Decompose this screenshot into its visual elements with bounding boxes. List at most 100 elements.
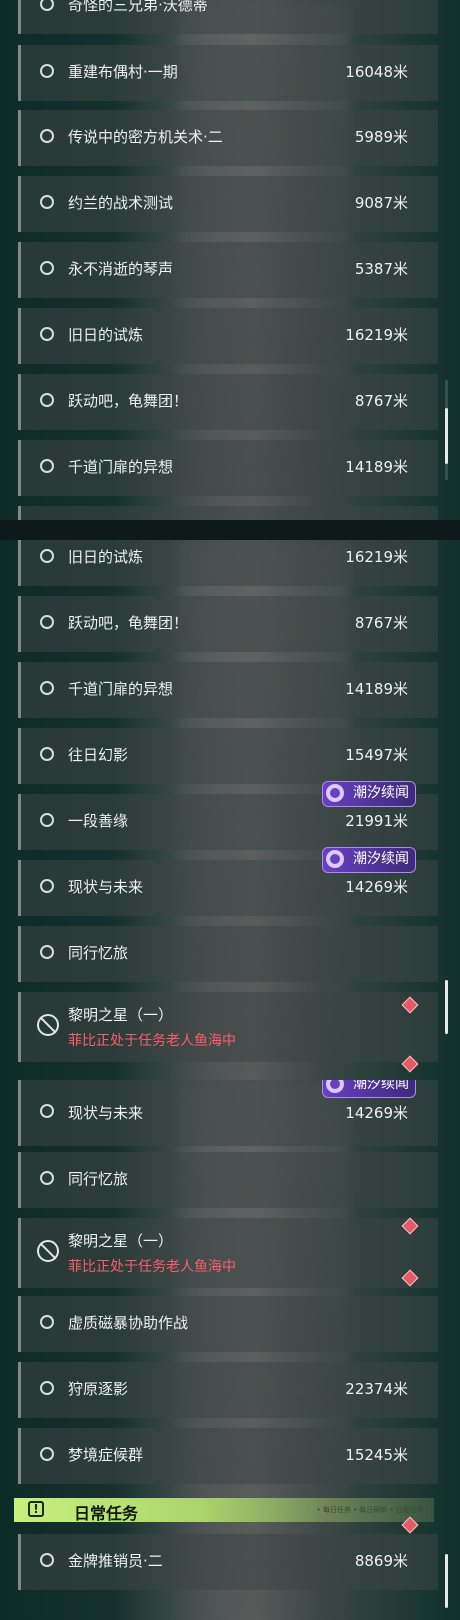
quest-distance: 14269米 (345, 1104, 408, 1122)
quest-blocked-status: 菲比正处于任务老人鱼海中 (68, 1033, 236, 1049)
quest-status-circle-icon (40, 615, 54, 629)
quest-status-circle-icon (40, 945, 54, 959)
quest-row[interactable]: 往日幻影 15497米 (18, 728, 438, 784)
quest-distance: 14269米 (345, 878, 408, 896)
row-accent-bar (18, 1428, 21, 1484)
quest-distance: 5387米 (354, 260, 408, 278)
quest-title: 重建布偶村·一期 (68, 63, 178, 81)
quest-marker-diamond-icon (401, 1055, 419, 1073)
quest-row[interactable]: 现状与未来 14269米 潮汐续闻 (18, 1080, 438, 1146)
row-accent-bar (18, 374, 21, 430)
quest-row[interactable] (18, 506, 438, 520)
scrollbar-thumb[interactable] (445, 980, 448, 1034)
row-accent-bar (18, 308, 21, 364)
quest-distance: 16219米 (345, 326, 408, 344)
quest-title: 同行忆旅 (68, 944, 129, 962)
quest-status-circle-icon (40, 1104, 54, 1118)
quest-status-circle-icon (40, 129, 54, 143)
quest-marker-diamond-icon (401, 1269, 419, 1287)
row-accent-bar (18, 1362, 21, 1418)
quest-row[interactable]: 跃动吧，龟舞团！ 8767米 (18, 374, 438, 430)
quest-status-circle-icon (40, 879, 54, 893)
quest-row[interactable]: 现状与未来 14269米 潮汐续闻 (18, 847, 438, 916)
tide-sequel-badge: 潮汐续闻 (322, 781, 416, 807)
quest-row[interactable]: 一段善缘 21991米 潮汐续闻 (18, 781, 438, 850)
row-accent-bar (18, 926, 21, 982)
quest-row[interactable]: 千道门扉的异想 14189米 (18, 662, 438, 718)
quest-title: 跃动吧，龟舞团！ (68, 614, 189, 632)
quest-distance: 5989米 (354, 128, 408, 146)
quest-row[interactable]: 永不消逝的琴声 5387米 (18, 242, 438, 298)
row-accent-bar (18, 1152, 21, 1208)
quest-title: 千道门扉的异想 (68, 458, 174, 476)
quest-title: 黎明之星（一） (68, 1006, 174, 1024)
quest-status-circle-icon (40, 1381, 54, 1395)
daily-quests-title: 日常任务 (74, 1504, 139, 1523)
daily-quests-note: • 每日任务 • 每日刷新 • 日常任务 (316, 1506, 424, 1514)
quest-row[interactable]: 金牌推销员·二 8869米 (18, 1516, 438, 1590)
quest-distance: 8869米 (354, 1552, 408, 1570)
quest-status-circle-icon (40, 549, 54, 563)
quest-title: 千道门扉的异想 (68, 680, 174, 698)
row-accent-bar (18, 860, 21, 916)
quest-row[interactable]: 同行忆旅 (18, 926, 438, 982)
blocked-icon (37, 1240, 59, 1262)
tide-sequel-icon (326, 784, 344, 802)
row-accent-bar (18, 440, 21, 496)
quest-title: 约兰的战术测试 (68, 194, 174, 212)
quest-row[interactable]: 奇怪的三兄弟·沃德蒂 (18, 0, 438, 34)
quest-row[interactable]: 约兰的战术测试 9087米 (18, 176, 438, 232)
quest-panel-2: 旧日的试炼 16219米 跃动吧，龟舞团！ 8767米 千道门扉的异想 1418… (0, 540, 460, 1080)
quest-status-circle-icon (40, 747, 54, 761)
quest-distance: 8767米 (354, 614, 408, 632)
quest-distance: 8767米 (354, 392, 408, 410)
quest-distance: 14189米 (345, 680, 408, 698)
quest-status-circle-icon (40, 1315, 54, 1329)
quest-panel-1: 奇怪的三兄弟·沃德蒂 重建布偶村·一期 16048米 传说中的密方机关术·二 5… (0, 0, 460, 520)
quest-status-circle-icon (40, 327, 54, 341)
badge-label: 潮汐续闻 (353, 851, 409, 867)
quest-row[interactable]: 旧日的试炼 16219米 (18, 308, 438, 364)
badge-label: 潮汐续闻 (353, 1080, 409, 1092)
quest-status-circle-icon (40, 0, 54, 11)
quest-row[interactable]: 虚质磁暴协助作战 (18, 1296, 438, 1352)
quest-marker-diamond-icon (401, 1217, 419, 1235)
blocked-icon (37, 1014, 59, 1036)
daily-quests-header[interactable]: ! 日常任务 • 每日任务 • 每日刷新 • 日常任务 (14, 1498, 434, 1523)
quest-row[interactable]: 旧日的试炼 16219米 (18, 540, 438, 586)
quest-row[interactable]: 传说中的密方机关术·二 5989米 (18, 110, 438, 166)
quest-status-circle-icon (40, 1447, 54, 1461)
row-accent-bar (18, 728, 21, 784)
quest-title: 跃动吧，龟舞团！ (68, 392, 189, 410)
quest-distance: 9087米 (354, 194, 408, 212)
scrollbar-thumb[interactable] (445, 408, 448, 464)
quest-row[interactable]: 梦境症候群 15245米 (18, 1428, 438, 1484)
quest-row[interactable]: 重建布偶村·一期 16048米 (18, 45, 438, 101)
tide-sequel-icon (326, 1080, 344, 1093)
quest-distance: 15245米 (345, 1446, 408, 1464)
quest-title: 旧日的试炼 (68, 548, 144, 566)
quest-status-circle-icon (40, 459, 54, 473)
quest-row[interactable]: 同行忆旅 (18, 1152, 438, 1208)
quest-status-circle-icon (40, 261, 54, 275)
quest-row-blocked[interactable]: 黎明之星（一） 菲比正处于任务老人鱼海中 (18, 992, 438, 1073)
tide-sequel-badge: 潮汐续闻 (322, 1080, 416, 1098)
row-accent-bar (18, 506, 21, 520)
quest-title: 黎明之星（一） (68, 1232, 174, 1250)
row-accent-bar (18, 540, 21, 586)
row-accent-bar (18, 1080, 21, 1146)
quest-row[interactable]: 千道门扉的异想 14189米 (18, 440, 438, 496)
quest-status-circle-icon (40, 393, 54, 407)
quest-row-blocked[interactable]: 黎明之星（一） 菲比正处于任务老人鱼海中 (18, 1217, 438, 1288)
quest-row[interactable]: 狩原逐影 22374米 (18, 1362, 438, 1418)
quest-distance: 16219米 (345, 548, 408, 566)
exclamation-icon: ! (28, 1501, 44, 1517)
tide-sequel-icon (326, 850, 344, 868)
quest-distance: 16048米 (345, 63, 408, 81)
quest-row[interactable]: 跃动吧，龟舞团！ 8767米 (18, 596, 438, 652)
quest-title: 狩原逐影 (68, 1380, 129, 1398)
quest-panel-3: 现状与未来 14269米 潮汐续闻 同行忆旅 黎明之星（一） 菲比正处于任务老人… (0, 1080, 460, 1620)
quest-blocked-status: 菲比正处于任务老人鱼海中 (68, 1259, 236, 1275)
row-accent-bar (18, 1534, 21, 1590)
scrollbar-thumb[interactable] (445, 1554, 448, 1608)
